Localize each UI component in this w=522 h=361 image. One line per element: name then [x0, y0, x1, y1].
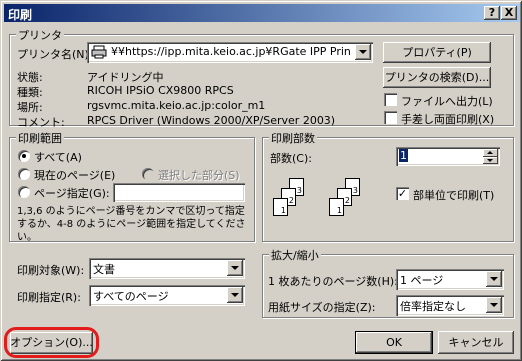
range-current-label[interactable]: 現在のページ(E): [34, 167, 115, 183]
zoom-group-label: 拡大/縮小: [269, 247, 321, 263]
range-selection-radio[interactable]: [142, 168, 154, 180]
collate-label[interactable]: 部単位で印刷(T): [413, 187, 494, 203]
location-label: 場所:: [17, 101, 43, 114]
copies-value: 1: [399, 149, 408, 162]
copies-spinner[interactable]: 1: [396, 147, 500, 166]
manual-duplex-label[interactable]: 手差し両面印刷(X): [401, 111, 494, 127]
spin-up-button[interactable]: [483, 149, 498, 157]
print-to-file-checkbox[interactable]: [384, 93, 397, 106]
print-mode-label: 印刷指定(R):: [17, 291, 81, 304]
pages-per-sheet-select[interactable]: 1 ページ: [396, 269, 504, 290]
collate-checkbox[interactable]: ✓: [396, 187, 409, 200]
scale-value: 倍率指定なし: [400, 300, 466, 313]
chevron-down-icon[interactable]: [227, 260, 243, 276]
print-to-file-label[interactable]: ファイルへ出力(L): [401, 93, 493, 109]
range-selection-label[interactable]: 選択した部分(S): [158, 167, 240, 183]
type-label: 種類:: [17, 86, 43, 99]
page-range-input[interactable]: [113, 183, 245, 202]
chevron-down-icon[interactable]: [486, 297, 502, 313]
range-pages-radio[interactable]: [18, 186, 30, 198]
range-all-label[interactable]: すべて(A): [34, 149, 82, 165]
spin-down-button[interactable]: [483, 157, 498, 164]
pages-per-sheet-label: 1 枚あたりのページ数(H):: [268, 275, 398, 288]
dialog-title: 印刷: [8, 8, 33, 22]
comment-value: RPCS Driver (Windows 2000/XP/Server 2003…: [87, 114, 336, 127]
copies-label: 部数(C):: [270, 152, 312, 165]
type-value: RICOH IPSiO CX9800 RPCS: [87, 84, 234, 97]
manual-duplex-checkbox[interactable]: [384, 111, 397, 124]
scale-label: 用紙サイズの指定(Z):: [268, 301, 376, 314]
close-button[interactable]: X: [501, 6, 517, 20]
print-what-label: 印刷対象(W):: [17, 264, 85, 277]
properties-button[interactable]: プロパティ(P): [383, 42, 491, 63]
print-mode-value: すべてのページ: [93, 290, 169, 303]
pages-per-sheet-value: 1 ページ: [400, 274, 444, 287]
help-button[interactable]: ?: [484, 6, 500, 20]
collate-illustration: 3 2 1 3 2 1: [272, 176, 382, 226]
print-what-value: 文書: [93, 263, 115, 276]
page-icon: 1: [273, 198, 288, 216]
options-highlight-ring: [4, 327, 99, 358]
status-label: 状態:: [17, 71, 43, 84]
printer-group-label: プリンタ: [16, 27, 64, 43]
page-icon: 1: [329, 198, 344, 216]
printer-name-select[interactable]: ¥¥https://ipp.mita.keio.ac.jp¥RGate IPP …: [87, 42, 373, 63]
status-value: アイドリング中: [87, 71, 164, 84]
chevron-down-icon[interactable]: [227, 287, 243, 303]
print-mode-select[interactable]: すべてのページ: [89, 285, 245, 306]
range-hint: 1,3,6 のようにページ番号をカンマで区切って指定するか、4-8 のようにペー…: [17, 206, 246, 243]
chevron-down-icon[interactable]: [355, 44, 371, 60]
chevron-down-icon[interactable]: [486, 271, 502, 287]
print-what-select[interactable]: 文書: [89, 258, 245, 279]
range-current-radio[interactable]: [18, 168, 30, 180]
print-dialog: 印刷 ? X プリンタ プリンタ名(N): ¥¥https://ipp.mita…: [0, 0, 522, 361]
range-pages-label[interactable]: ページ指定(G):: [34, 185, 110, 201]
location-value: rgsvmc.mita.keio.ac.jp:color_m1: [87, 99, 266, 112]
printer-icon: [91, 45, 107, 59]
find-printer-button[interactable]: プリンタの検索(D)...: [383, 67, 491, 88]
copies-group-label: 印刷部数: [269, 130, 317, 146]
title-bar[interactable]: 印刷 ? X: [4, 4, 520, 22]
print-range-label: 印刷範囲: [16, 130, 64, 146]
printer-name-label: プリンタ名(N):: [17, 48, 93, 61]
scale-select[interactable]: 倍率指定なし: [396, 295, 504, 316]
ok-button[interactable]: OK: [355, 331, 433, 354]
comment-label: コメント:: [17, 116, 65, 129]
range-all-radio[interactable]: [18, 150, 30, 162]
cancel-button[interactable]: キャンセル: [438, 331, 514, 354]
printer-name-value: ¥¥https://ipp.mita.keio.ac.jp¥RGate IPP …: [111, 45, 351, 58]
